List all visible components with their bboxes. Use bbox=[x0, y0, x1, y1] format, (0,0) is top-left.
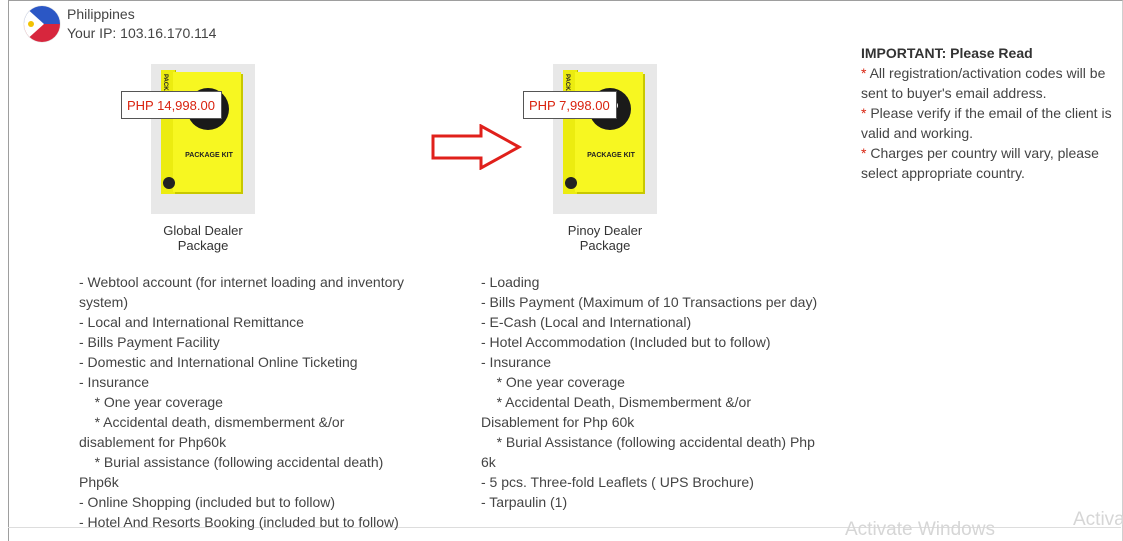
feature-item: disablement for Php60k bbox=[79, 434, 227, 450]
philippines-flag-icon bbox=[24, 6, 60, 42]
feature-item: - E-Cash (Local and International) bbox=[481, 314, 692, 330]
badge-icon bbox=[163, 177, 175, 189]
feature-item: - Bills Payment (Maximum of 10 Transacti… bbox=[481, 294, 818, 310]
notice-item: * Please verify if the email of the clie… bbox=[861, 103, 1121, 143]
feature-item: - Hotel And Resorts Booking (included bu… bbox=[79, 514, 399, 530]
feature-item: - Insurance bbox=[481, 354, 552, 370]
feature-item: * Burial Assistance (following accidenta… bbox=[481, 434, 815, 450]
feature-item: - Online Shopping (included but to follo… bbox=[79, 494, 336, 510]
feature-item: - 5 pcs. Three-fold Leaflets ( UPS Broch… bbox=[481, 474, 754, 490]
global-dealer-package-image[interactable]: PACKA IED PACKAGE KIT bbox=[151, 64, 255, 214]
asterisk-icon: * bbox=[861, 65, 867, 81]
country-name: Philippines bbox=[67, 6, 135, 22]
pinoy-dealer-name: Pinoy Dealer bbox=[567, 223, 643, 238]
feature-item: - Insurance bbox=[79, 374, 150, 390]
feature-item: * One year coverage bbox=[481, 374, 625, 390]
pinoy-dealer-price: PHP 7,998.00 bbox=[523, 91, 617, 119]
right-arrow-icon bbox=[431, 123, 523, 175]
notice-item: * Charges per country will vary, please … bbox=[861, 143, 1121, 183]
box-label: PACKAGE KIT bbox=[185, 152, 233, 159]
feature-item: * Burial assistance (following accidenta… bbox=[79, 454, 384, 470]
feature-item: * One year coverage bbox=[79, 394, 223, 410]
notice-item-text: Please verify if the email of the client… bbox=[861, 105, 1112, 141]
feature-item: - Hotel Accommodation (Included but to f… bbox=[481, 334, 771, 350]
activate-windows-watermark: Activate Windows bbox=[845, 519, 995, 540]
pinoy-dealer-caption[interactable]: Pinoy Dealer Package bbox=[545, 223, 665, 253]
box-label: PACKAGE KIT bbox=[587, 152, 635, 159]
global-dealer-price: PHP 14,998.00 bbox=[121, 91, 222, 119]
global-dealer-name: Global Dealer bbox=[163, 223, 243, 238]
notice-item-text: All registration/activation codes will b… bbox=[861, 65, 1106, 101]
feature-item: Php6k bbox=[79, 474, 119, 490]
feature-item: - Loading bbox=[481, 274, 540, 290]
feature-item: * Accidental Death, Dismemberment &/or bbox=[481, 394, 752, 410]
asterisk-icon: * bbox=[861, 145, 867, 161]
feature-item: 6k bbox=[481, 454, 496, 470]
pinoy-dealer-name-suffix: Package bbox=[579, 238, 631, 253]
pinoy-dealer-features: - Loading - Bills Payment (Maximum of 10… bbox=[481, 272, 831, 512]
ip-address: Your IP: 103.16.170.114 bbox=[67, 25, 217, 41]
badge-icon bbox=[565, 177, 577, 189]
notice-title: IMPORTANT: Please Read bbox=[861, 45, 1033, 61]
asterisk-icon: * bbox=[861, 105, 867, 121]
feature-item: - Tarpaulin (1) bbox=[481, 494, 568, 510]
important-notice: IMPORTANT: Please Read * All registratio… bbox=[861, 43, 1121, 183]
feature-item: - Local and International Remittance bbox=[79, 314, 304, 330]
notice-item-text: Charges per country will vary, please se… bbox=[861, 145, 1099, 181]
global-dealer-caption[interactable]: Global Dealer Package bbox=[143, 223, 263, 253]
activate-windows-watermark-repeat: Activa bbox=[1073, 509, 1123, 530]
feature-item: Disablement for Php 60k bbox=[481, 414, 635, 430]
feature-item: - Domestic and International Online Tick… bbox=[79, 354, 358, 370]
global-dealer-features: - Webtool account (for internet loading … bbox=[79, 272, 419, 532]
pinoy-dealer-package-image[interactable]: PACKA IED PACKAGE KIT bbox=[553, 64, 657, 214]
notice-item: * All registration/activation codes will… bbox=[861, 63, 1121, 103]
global-dealer-name-suffix: Package bbox=[177, 238, 229, 253]
feature-item: system) bbox=[79, 294, 128, 310]
feature-item: * Accidental death, dismemberment &/or bbox=[79, 414, 345, 430]
feature-item: - Webtool account (for internet loading … bbox=[79, 274, 405, 290]
feature-item: - Bills Payment Facility bbox=[79, 334, 220, 350]
